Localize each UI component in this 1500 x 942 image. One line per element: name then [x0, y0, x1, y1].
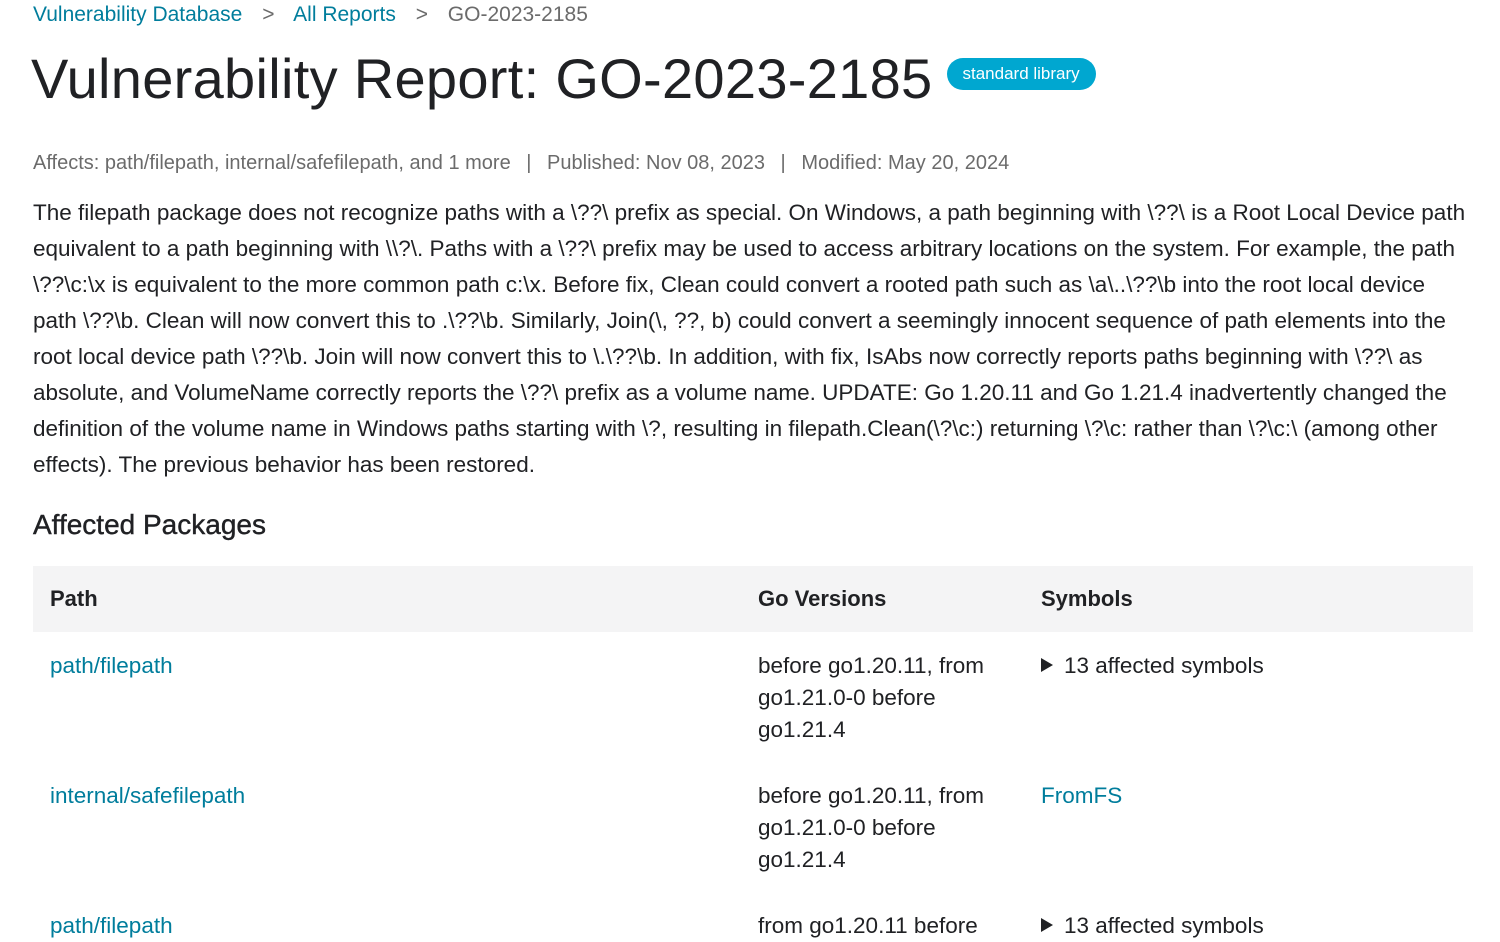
affected-symbols-toggle[interactable]: 13 affected symbols: [1064, 913, 1264, 938]
published-date: Published: Nov 08, 2023: [547, 152, 765, 174]
symbol-link-fromfs[interactable]: FromFS: [1041, 783, 1122, 808]
title-row: Vulnerability Report: GO-2023-2185 stand…: [31, 46, 1096, 112]
breadcrumb-vulnerability-database-link[interactable]: Vulnerability Database: [33, 3, 242, 26]
breadcrumb-all-reports-link[interactable]: All Reports: [293, 3, 396, 26]
symbols-cell: FromFS: [1024, 762, 1473, 892]
disclosure-triangle-icon[interactable]: [1041, 918, 1053, 932]
affected-symbols-toggle[interactable]: 13 affected symbols: [1064, 653, 1264, 678]
package-link-path-filepath[interactable]: path/filepath: [50, 913, 173, 938]
symbols-cell[interactable]: 13 affected symbols: [1024, 892, 1473, 942]
affected-packages-table: Path Go Versions Symbols path/filepath b…: [33, 566, 1473, 942]
path-cell: internal/safefilepath: [33, 762, 741, 892]
page-title: Vulnerability Report: GO-2023-2185: [31, 47, 933, 110]
meta-separator: |: [780, 152, 786, 174]
go-versions-cell: before go1.20.11, from go1.21.0-0 before…: [758, 783, 984, 872]
package-link-internal-safefilepath[interactable]: internal/safefilepath: [50, 783, 245, 808]
breadcrumb-separator: >: [262, 3, 275, 26]
package-link-path-filepath[interactable]: path/filepath: [50, 653, 173, 678]
meta-separator: |: [526, 152, 532, 174]
table-row: path/filepath before go1.20.11, from go1…: [33, 632, 1473, 762]
vulnerability-report-page: Vulnerability Database > All Reports > G…: [0, 0, 1500, 942]
table-header-row: Path Go Versions Symbols: [33, 566, 1473, 632]
disclosure-triangle-icon[interactable]: [1041, 658, 1053, 672]
table-row: path/filepath from go1.20.11 before 13 a…: [33, 892, 1473, 942]
affected-packages-heading: Affected Packages: [33, 509, 266, 540]
breadcrumb: Vulnerability Database > All Reports > G…: [33, 2, 588, 28]
table-row: internal/safefilepath before go1.20.11, …: [33, 762, 1473, 892]
go-versions-cell: before go1.20.11, from go1.21.0-0 before…: [758, 653, 984, 742]
symbols-cell[interactable]: 13 affected symbols: [1024, 632, 1473, 762]
standard-library-badge: standard library: [946, 58, 1096, 90]
path-cell: path/filepath: [33, 892, 741, 942]
column-header-path: Path: [33, 566, 741, 632]
column-header-symbols: Symbols: [1024, 566, 1473, 632]
affects-text: Affects: path/filepath, internal/safefil…: [33, 152, 511, 174]
go-versions-cell: from go1.20.11 before: [758, 913, 978, 938]
modified-date: Modified: May 20, 2024: [801, 152, 1010, 174]
column-header-go-versions: Go Versions: [741, 566, 1024, 632]
report-description: The filepath package does not recognize …: [33, 200, 1466, 477]
breadcrumb-separator: >: [415, 3, 428, 26]
report-metadata: Affects: path/filepath, internal/safefil…: [33, 149, 1009, 177]
breadcrumb-current: GO-2023-2185: [447, 3, 588, 26]
path-cell: path/filepath: [33, 632, 741, 762]
